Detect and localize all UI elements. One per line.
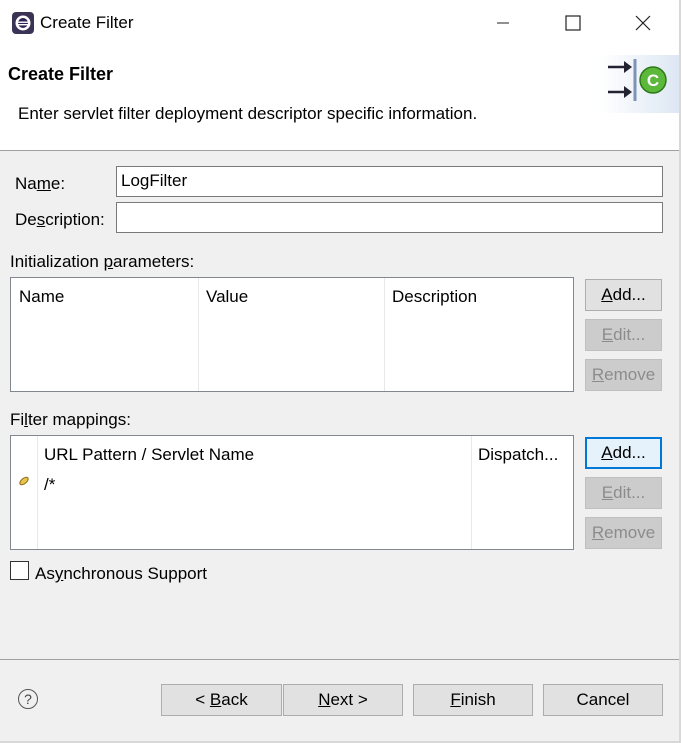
filter-mappings-label: Filter mappings:	[10, 410, 131, 429]
column-header-description[interactable]: Description	[384, 278, 574, 308]
window-title: Create Filter	[40, 13, 134, 32]
create-filter-dialog: Create Filter Create Filter Enter servle…	[0, 0, 681, 743]
filter-mappings-add-button[interactable]: Add...	[585, 437, 662, 469]
asynchronous-support-label[interactable]: Asynchronous Support	[35, 564, 207, 584]
init-params-remove-button[interactable]: Remove	[585, 359, 662, 391]
footer-divider	[0, 659, 679, 660]
column-divider	[198, 278, 199, 391]
page-description: Enter servlet filter deployment descript…	[18, 104, 478, 123]
asynchronous-support-checkbox[interactable]	[10, 561, 29, 580]
name-field[interactable]: LogFilter	[116, 166, 663, 197]
minimize-icon	[497, 22, 509, 24]
eclipse-app-icon	[12, 12, 34, 34]
page-title: Create Filter	[8, 64, 114, 84]
close-button[interactable]	[620, 0, 666, 46]
description-label: Description:	[15, 210, 105, 229]
column-header-dispatcher[interactable]: Dispatch...	[471, 436, 573, 466]
title-bar: Create Filter	[0, 0, 679, 47]
url-mapping-icon	[19, 476, 29, 486]
maximize-button[interactable]	[550, 0, 596, 46]
next-button[interactable]: Next >	[283, 684, 403, 716]
close-icon	[635, 15, 651, 31]
init-params-edit-button[interactable]: Edit...	[585, 319, 662, 351]
init-params-label: Initialization parameters:	[10, 252, 195, 271]
help-icon[interactable]: ?	[18, 689, 38, 709]
column-header-value[interactable]: Value	[198, 278, 385, 308]
init-params-add-button[interactable]: Add...	[585, 279, 662, 311]
svg-text:C: C	[647, 71, 659, 90]
filter-mappings-table[interactable]: URL Pattern / Servlet Name Dispatch... /…	[10, 435, 574, 550]
header-banner: Create Filter Enter servlet filter deplo…	[0, 47, 679, 151]
name-label: Name:	[15, 174, 66, 193]
table-row[interactable]: /*	[11, 472, 573, 496]
url-pattern-cell: /*	[44, 475, 56, 494]
minimize-button[interactable]	[480, 0, 526, 46]
create-filter-wizard-icon: C	[600, 55, 679, 113]
maximize-icon	[565, 15, 581, 31]
back-button[interactable]: < Back	[161, 684, 282, 716]
filter-mappings-edit-button[interactable]: Edit...	[585, 477, 662, 509]
column-divider	[384, 278, 385, 391]
finish-button[interactable]: Finish	[413, 684, 533, 716]
filter-mappings-remove-button[interactable]: Remove	[585, 517, 662, 549]
column-header-url-pattern[interactable]: URL Pattern / Servlet Name	[37, 436, 471, 466]
column-header-name[interactable]: Name	[11, 278, 199, 308]
init-params-table[interactable]: Name Value Description	[10, 277, 574, 392]
cancel-button[interactable]: Cancel	[543, 684, 663, 716]
description-field[interactable]	[116, 202, 663, 233]
